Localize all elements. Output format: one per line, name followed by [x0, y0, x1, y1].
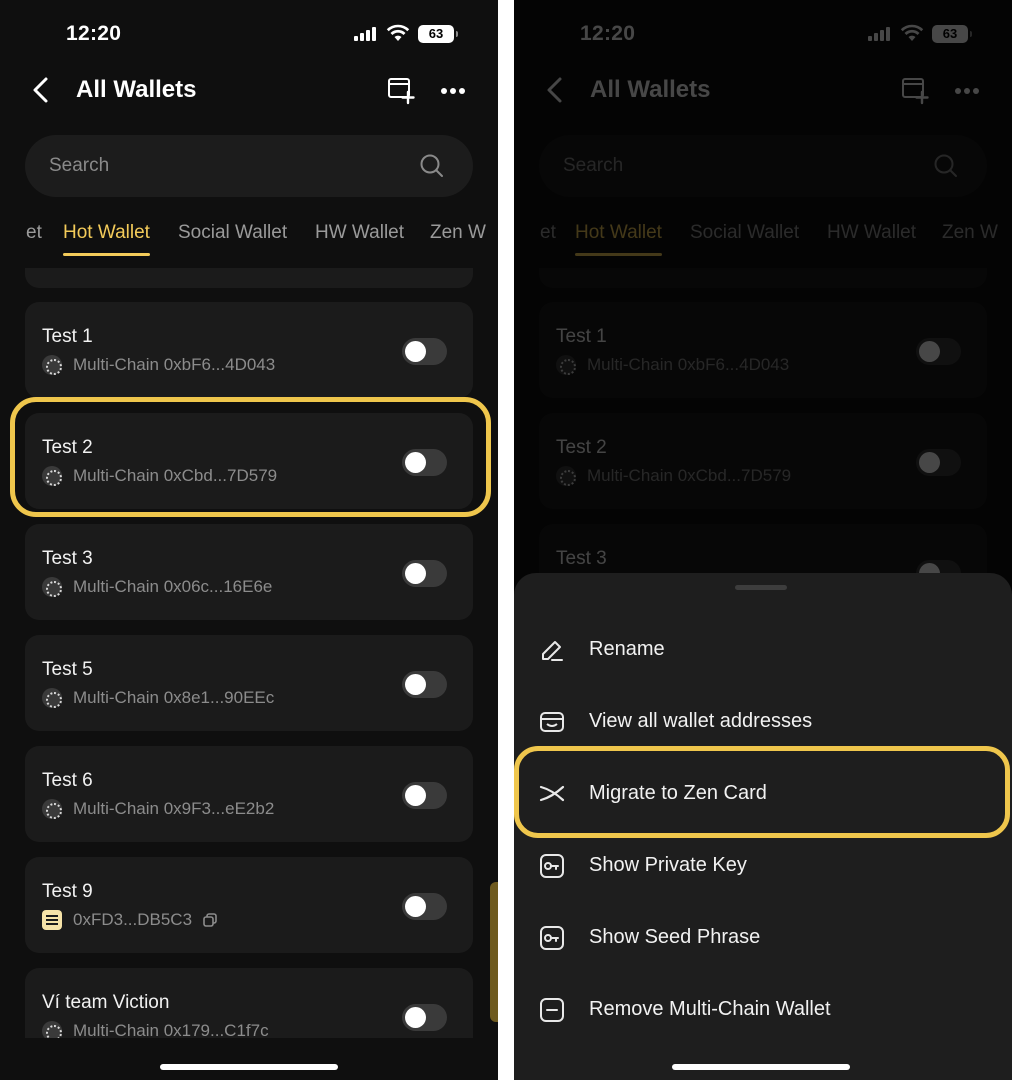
- wallet-card[interactable]: Test 5 Multi-Chain 0x8e1...90EEc: [25, 635, 473, 731]
- wallet-address: Multi-Chain 0x8e1...90EEc: [73, 688, 275, 707]
- status-time: 12:20: [66, 22, 122, 45]
- key-icon: [540, 926, 564, 950]
- sheet-grabber[interactable]: [735, 585, 787, 590]
- edge-indicator: [490, 882, 498, 1022]
- wallet-type-tabs: et Hot Wallet Social Wallet HW Wallet Ze…: [0, 215, 498, 261]
- key-icon: [540, 854, 564, 878]
- battery-icon: 63: [418, 25, 458, 43]
- wallet-address: Multi-Chain 0xbF6...4D043: [73, 355, 276, 374]
- tab-hot-wallet[interactable]: Hot Wallet: [63, 222, 150, 256]
- add-wallet-icon[interactable]: [386, 75, 416, 105]
- multichain-icon: [42, 355, 62, 375]
- wallet-card[interactable]: Test 6 Multi-Chain 0x9F3...eE2b2: [25, 746, 473, 842]
- menu-label: Remove Multi-Chain Wallet: [589, 998, 831, 1020]
- bottom-safe-area: [0, 1038, 498, 1080]
- status-bar: 12:20 63: [0, 0, 498, 66]
- wallet-name: Ví team Viction: [42, 992, 170, 1013]
- tab-zen-wallet[interactable]: Zen W: [430, 222, 486, 244]
- wallet-card[interactable]: Test 3 Multi-Chain 0x06c...16E6e: [25, 524, 473, 620]
- left-screen: 12:20 63 All Wallets Search et Hot Walle…: [0, 0, 498, 1080]
- home-indicator: [160, 1064, 338, 1070]
- card-icon: [42, 910, 62, 930]
- wifi-icon: [386, 24, 410, 41]
- wallet-toggle[interactable]: [402, 560, 447, 587]
- wallet-toggle[interactable]: [402, 893, 447, 920]
- tab-hw-wallet[interactable]: HW Wallet: [315, 222, 404, 244]
- wallet-card[interactable]: Test 9 0xFD3...DB5C3: [25, 857, 473, 953]
- right-screen: 12:20 63 All Wallets Search et Hot Walle…: [514, 0, 1012, 1080]
- multichain-icon: [42, 799, 62, 819]
- wallet-card[interactable]: Test 1 Multi-Chain 0xbF6...4D043: [25, 302, 473, 398]
- menu-remove-wallet[interactable]: Remove Multi-Chain Wallet: [514, 975, 1012, 1047]
- wallet-card[interactable]: Test 2 Multi-Chain 0xCbd...7D579: [25, 413, 473, 509]
- wallet-name: Test 1: [42, 326, 93, 347]
- back-icon[interactable]: [26, 74, 56, 106]
- wallet-name: Test 6: [42, 770, 93, 791]
- multichain-icon: [42, 466, 62, 486]
- menu-show-private-key[interactable]: Show Private Key: [514, 831, 1012, 903]
- menu-label: Rename: [589, 638, 665, 660]
- wallet-toggle[interactable]: [402, 671, 447, 698]
- wallet-name: Test 5: [42, 659, 93, 680]
- list-item-partial: [25, 268, 473, 288]
- menu-label: Show Seed Phrase: [589, 926, 761, 948]
- wallet-name: Test 2: [42, 437, 93, 458]
- wallet-address: Multi-Chain 0xCbd...7D579: [73, 466, 278, 485]
- copy-icon[interactable]: [202, 912, 218, 928]
- search-input[interactable]: Search: [25, 135, 473, 197]
- menu-migrate-zen-card[interactable]: Migrate to Zen Card: [514, 759, 1012, 831]
- pencil-icon: [542, 641, 563, 661]
- menu-label: View all wallet addresses: [589, 710, 813, 732]
- wallet-address: Multi-Chain 0x9F3...eE2b2: [73, 799, 275, 818]
- wallet-toggle[interactable]: [402, 449, 447, 476]
- action-sheet: Rename View all wallet addresses Migrate…: [514, 573, 1012, 1080]
- signal-icon: [354, 27, 376, 41]
- home-indicator: [672, 1064, 850, 1070]
- wallet-name: Test 9: [42, 881, 93, 902]
- wallet-toggle[interactable]: [402, 338, 447, 365]
- multichain-icon: [42, 688, 62, 708]
- menu-show-seed-phrase[interactable]: Show Seed Phrase: [514, 903, 1012, 975]
- wallet-address: 0xFD3...DB5C3: [73, 910, 193, 929]
- more-options-icon[interactable]: [441, 88, 468, 94]
- wallet-toggle[interactable]: [402, 782, 447, 809]
- minus-icon: [540, 998, 564, 1022]
- menu-view-addresses[interactable]: View all wallet addresses: [514, 687, 1012, 759]
- menu-label: Show Private Key: [589, 854, 747, 876]
- tab-social-wallet[interactable]: Social Wallet: [178, 222, 287, 244]
- search-icon: [420, 154, 443, 177]
- wallet-name: Test 3: [42, 548, 93, 569]
- zen-icon: [539, 785, 565, 802]
- page-title: All Wallets: [76, 76, 197, 103]
- wallet-icon: [540, 712, 564, 732]
- menu-rename[interactable]: Rename: [514, 615, 1012, 687]
- wallet-address: Multi-Chain 0x06c...16E6e: [73, 577, 273, 596]
- top-bar: All Wallets: [0, 66, 498, 116]
- search-placeholder: Search: [49, 155, 110, 176]
- menu-label: Migrate to Zen Card: [589, 782, 767, 804]
- tab-all[interactable]: et: [26, 222, 42, 244]
- multichain-icon: [42, 577, 62, 597]
- wallet-toggle[interactable]: [402, 1004, 447, 1031]
